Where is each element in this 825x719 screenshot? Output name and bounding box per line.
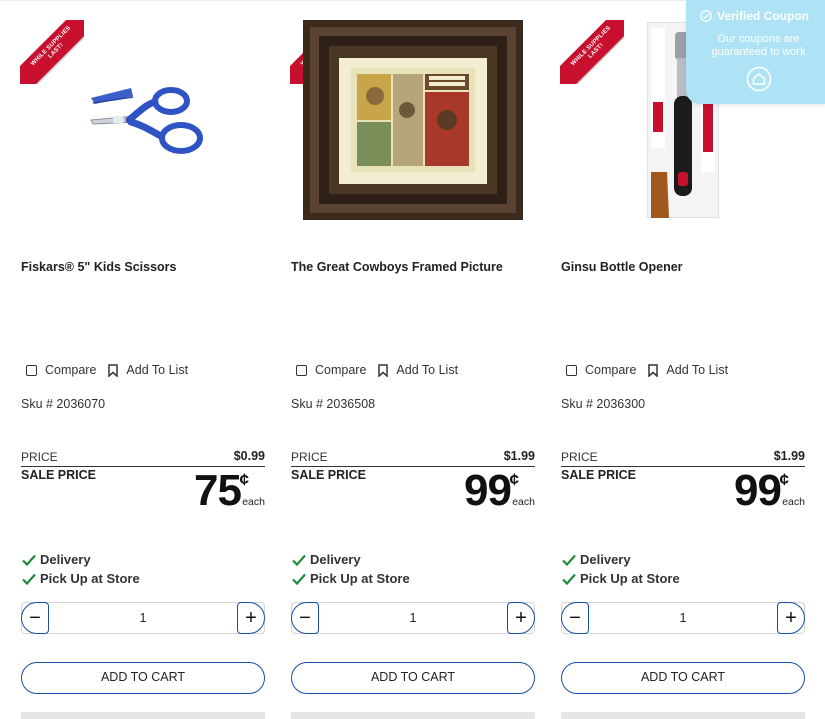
compare-checkbox[interactable]	[296, 364, 307, 376]
sale-price-amount: 99	[464, 466, 512, 515]
product-card: WHILE SUPPLIES LAST! Fiskars® 5" Kids Sci…	[20, 0, 265, 719]
regular-price-row: PRICE $0.99	[21, 449, 265, 467]
while-supplies-last-ribbon: WHILE SUPPLIESLAST!	[20, 20, 84, 84]
ribbon-line1: WHILE SUPPLIES	[30, 25, 73, 68]
delivery-availability: Delivery	[561, 552, 631, 567]
product-actions: Compare Add To List	[296, 363, 458, 377]
price-label: PRICE	[21, 450, 58, 464]
product-title[interactable]: Ginsu Bottle Opener	[561, 260, 683, 274]
verified-coupon-badge[interactable]: Verified Coupon Our coupons are guarante…	[686, 0, 825, 104]
add-to-list-link[interactable]: Add To List	[666, 363, 728, 377]
pickup-label: Pick Up at Store	[40, 571, 140, 586]
quantity-input[interactable]: 1	[291, 602, 535, 634]
product-card: WHILE SUPPLIESLAST! The Great Cowboys Fr…	[290, 0, 535, 719]
coupon-subtitle-line2: guaranteed to work	[711, 46, 806, 58]
sale-price-label: SALE PRICE	[561, 468, 637, 482]
add-to-cart-button[interactable]: ADD TO CART	[21, 662, 265, 694]
decrease-quantity-button[interactable]: −	[21, 602, 49, 634]
delivery-label: Delivery	[40, 552, 91, 567]
while-supplies-last-ribbon: WHILE SUPPLIESLAST!	[560, 20, 624, 84]
regular-price: $0.99	[233, 449, 265, 463]
quantity-stepper: 1 − +	[291, 602, 535, 634]
sku-text: Sku # 2036508	[291, 397, 376, 411]
quantity-stepper: 1 − +	[561, 602, 805, 634]
compare-label[interactable]: Compare	[45, 363, 96, 377]
add-to-list-link[interactable]: Add To List	[126, 363, 188, 377]
sale-price: 99 ¢ each	[425, 466, 535, 515]
sale-price-cent-sign: ¢	[239, 470, 249, 489]
product-image-area[interactable]: WHILE SUPPLIESLAST!	[290, 8, 535, 233]
pickup-availability: Pick Up at Store	[21, 571, 140, 586]
sale-price-amount: 75	[194, 466, 242, 515]
sale-price-cent-sign: ¢	[509, 470, 519, 489]
checkmark-icon	[22, 554, 36, 566]
sale-price-unit: each	[782, 496, 805, 508]
bookmark-icon[interactable]	[648, 363, 659, 377]
product-image-area[interactable]: WHILE SUPPLIESLAST!	[20, 8, 265, 233]
regular-price: $1.99	[503, 449, 535, 463]
compare-checkbox[interactable]	[26, 364, 37, 376]
add-to-list-link[interactable]: Add To List	[396, 363, 458, 377]
delivery-label: Delivery	[310, 552, 361, 567]
regular-price-row: PRICE $1.99	[291, 449, 535, 467]
coupon-logo-icon[interactable]	[746, 66, 772, 92]
price-label: PRICE	[291, 450, 328, 464]
compare-label[interactable]: Compare	[315, 363, 366, 377]
scissors-product-image[interactable]	[89, 84, 205, 154]
bookmark-icon[interactable]	[108, 363, 119, 377]
sale-price-unit: each	[242, 496, 265, 508]
sale-price: 75 ¢ each	[155, 466, 265, 515]
framed-picture-product-image[interactable]	[303, 20, 523, 220]
sale-price-label: SALE PRICE	[21, 468, 97, 482]
verified-badge-icon	[700, 10, 712, 22]
coupon-title-text: Verified Coupon	[717, 9, 810, 23]
bookmark-icon[interactable]	[378, 363, 389, 377]
checkmark-icon	[562, 554, 576, 566]
delivery-availability: Delivery	[291, 552, 361, 567]
sale-price-amount: 99	[734, 466, 782, 515]
sale-price: 99 ¢ each	[695, 466, 805, 515]
delivery-label: Delivery	[580, 552, 631, 567]
regular-price-row: PRICE $1.99	[561, 449, 805, 467]
add-to-cart-button[interactable]: ADD TO CART	[291, 662, 535, 694]
decrease-quantity-button[interactable]: −	[291, 602, 319, 634]
product-actions: Compare Add To List	[26, 363, 188, 377]
sale-price-label: SALE PRICE	[291, 468, 367, 482]
product-title[interactable]: Fiskars® 5" Kids Scissors	[21, 260, 177, 274]
pickup-availability: Pick Up at Store	[561, 571, 680, 586]
delivery-availability: Delivery	[21, 552, 91, 567]
sku-text: Sku # 2036070	[21, 397, 106, 411]
decrease-quantity-button[interactable]: −	[561, 602, 589, 634]
regular-price: $1.99	[773, 449, 805, 463]
ribbon-line1: WHILE SUPPLIES	[570, 25, 613, 68]
compare-checkbox[interactable]	[566, 364, 577, 376]
sku-text: Sku # 2036300	[561, 397, 646, 411]
checkmark-icon	[22, 573, 36, 585]
quantity-input[interactable]: 1	[21, 602, 265, 634]
pickup-label: Pick Up at Store	[310, 571, 410, 586]
quantity-input[interactable]: 1	[561, 602, 805, 634]
checkmark-icon	[292, 554, 306, 566]
coupon-subtitle-line1: Our coupons are	[717, 33, 800, 45]
sale-price-unit: each	[512, 496, 535, 508]
coupon-title: Verified Coupon	[700, 9, 809, 23]
checkmark-icon	[292, 573, 306, 585]
coupon-subtitle: Our coupons are guaranteed to work	[686, 33, 825, 59]
price-label: PRICE	[561, 450, 598, 464]
card-footer-bar	[291, 712, 535, 719]
quantity-stepper: 1 − +	[21, 602, 265, 634]
add-to-cart-button[interactable]: ADD TO CART	[561, 662, 805, 694]
pickup-availability: Pick Up at Store	[291, 571, 410, 586]
sale-price-cent-sign: ¢	[779, 470, 789, 489]
card-footer-bar	[561, 712, 805, 719]
pickup-label: Pick Up at Store	[580, 571, 680, 586]
compare-label[interactable]: Compare	[585, 363, 636, 377]
checkmark-icon	[562, 573, 576, 585]
product-actions: Compare Add To List	[566, 363, 728, 377]
product-title[interactable]: The Great Cowboys Framed Picture	[291, 260, 503, 274]
card-footer-bar	[21, 712, 265, 719]
product-card: WHILE SUPPLIES LAST! Ginsu Bottle Opener …	[560, 0, 805, 719]
